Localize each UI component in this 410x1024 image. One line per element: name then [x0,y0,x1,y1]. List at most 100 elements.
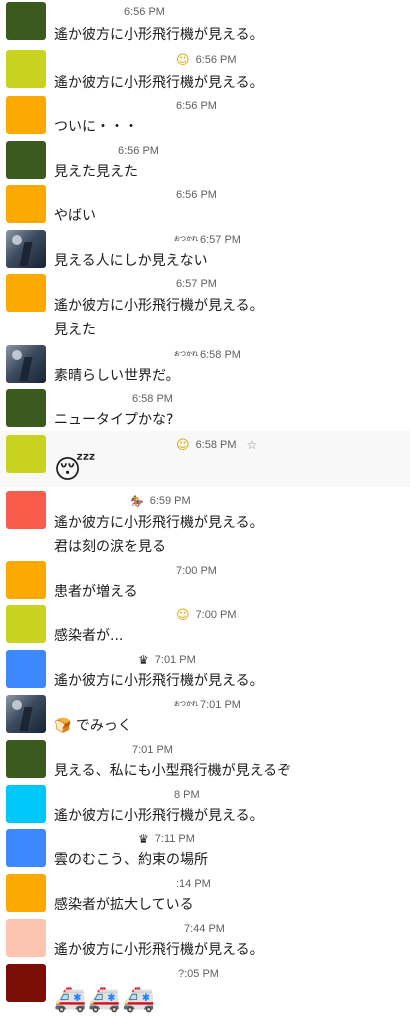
message-header: 6:56 PM [176,98,217,114]
message-row[interactable]: 6:57 PM 遙か彼方に小形飛行機が見える。 見えた [0,274,410,340]
avatar[interactable] [6,389,46,427]
timestamp[interactable]: 7:44 PM [184,923,225,935]
message-text: 😴 [54,455,96,485]
message-header: ♛ 7:11 PM [138,831,195,847]
smile-emoji-icon: ☺ [176,607,190,623]
message-header: 7:44 PM [184,921,225,937]
message-text: ニュータイプかな? [54,412,174,428]
avatar-photo[interactable] [6,345,46,383]
avatar[interactable] [6,185,46,223]
timestamp[interactable]: ?:05 PM [178,968,219,980]
message-header: ♛ 7:01 PM [138,652,196,668]
message-text: 素晴らしい世界だ。 [54,368,180,384]
message-header: おつかれ 6:57 PM [174,232,241,248]
timestamp[interactable]: :14 PM [176,878,211,890]
timestamp[interactable]: 6:58 PM [200,349,241,361]
message-continuation-text: 君は刻の涙を見る [54,539,166,555]
message-header: ?:05 PM [178,966,219,982]
message-feed: 6:56 PM 遙か彼方に小形飛行機が見える。 ☺ 6:56 PM 遙か彼方に小… [0,0,410,1024]
message-text: 遙か彼方に小形飛行機が見える。 [54,673,264,689]
avatar[interactable] [6,96,46,134]
timestamp[interactable]: 7:01 PM [200,699,241,711]
avatar[interactable] [6,141,46,179]
avatar[interactable] [6,874,46,912]
timestamp[interactable]: 6:57 PM [200,234,241,246]
avatar-photo[interactable] [6,695,46,733]
star-icon[interactable]: ☆ [247,438,258,452]
ambulance-emojis: 🚑🚑🚑 [54,984,158,1014]
avatar[interactable] [6,964,46,1002]
timestamp[interactable]: 7:11 PM [155,833,195,845]
message-header: 6:56 PM [176,187,217,203]
avatar-photo[interactable] [6,230,46,268]
message-row[interactable]: おつかれ 6:58 PM 素晴らしい世界だ。 [0,345,410,389]
avatar[interactable] [6,829,46,867]
timestamp[interactable]: 6:56 PM [118,145,159,157]
message-text: 遙か彼方に小形飛行機が見える。 [54,75,264,91]
message-header: おつかれ 6:58 PM [174,347,241,363]
message-row[interactable]: ☺ 6:58 PM ☆ 😴 [0,431,410,487]
timestamp[interactable]: 7:00 PM [196,609,237,621]
timestamp[interactable]: 8 PM [174,789,200,801]
message-text: 見えた見えた [54,164,138,180]
timestamp[interactable]: 6:58 PM [132,393,173,405]
message-row[interactable]: 7:44 PM 遙か彼方に小形飛行機が見える。 [0,919,410,963]
message-header: 7:01 PM [132,742,173,758]
message-text: 感染者が拡大している [54,897,194,913]
avatar[interactable] [6,650,46,688]
avatar[interactable] [6,919,46,957]
message-row[interactable]: 7:01 PM 見える、私にも小型飛行機が見えるぞ [0,740,410,784]
timestamp[interactable]: 7:01 PM [132,744,173,756]
message-row[interactable]: 6:56 PM 遙か彼方に小形飛行機が見える。 [0,2,410,46]
message-text: 🍞 でみっく [54,718,132,734]
message-continuation-text: 見えた [54,322,96,338]
timestamp[interactable]: 6:56 PM [176,189,217,201]
message-row[interactable]: ♛ 7:11 PM 雲のむこう、約束の場所 [0,829,410,873]
status-otsukare-icon: おつかれ [174,237,198,243]
avatar[interactable] [6,2,46,40]
message-header: :14 PM [176,876,211,892]
smile-emoji-icon: ☺ [176,52,190,68]
avatar[interactable] [6,435,46,473]
avatar[interactable] [6,50,46,88]
message-row[interactable]: おつかれ 6:57 PM 見える人にしか見えない [0,230,410,274]
message-row[interactable]: 6:58 PM ニュータイプかな? [0,389,410,431]
message-text: 雲のむこう、約束の場所 [54,852,208,868]
message-header: ☺ 7:00 PM [176,607,237,623]
message-row[interactable]: 7:00 PM 患者が増える [0,561,410,605]
message-row[interactable]: ?:05 PM 🚑🚑🚑 [0,964,410,1020]
timestamp[interactable]: 6:56 PM [176,100,217,112]
timestamp[interactable]: 6:56 PM [196,54,237,66]
status-otsukare-text: おつかれ [174,351,199,358]
message-header: 8 PM [174,787,200,803]
message-row[interactable]: 6:56 PM 見えた見えた [0,141,410,185]
message-row[interactable]: ☺ 7:00 PM 感染者が... [0,605,410,649]
message-row[interactable]: 8 PM 遙か彼方に小形飛行機が見える。 [0,785,410,829]
message-row[interactable]: ☺ 6:56 PM 遙か彼方に小形飛行機が見える。 [0,50,410,96]
message-row[interactable]: おつかれ 7:01 PM 🍞 でみっく [0,695,410,739]
timestamp[interactable]: 6:58 PM [196,439,237,451]
horse-racing-emoji-icon: 🏇 [130,494,144,508]
timestamp[interactable]: 6:59 PM [150,495,191,507]
message-row[interactable]: 🏇 6:59 PM 遙か彼方に小形飛行機が見える。 君は刻の涙を見る [0,491,410,557]
timestamp[interactable]: 7:01 PM [155,654,196,666]
message-text: 患者が増える [54,584,138,600]
timestamp[interactable]: 7:00 PM [176,565,217,577]
message-text: 遙か彼方に小形飛行機が見える。 [54,942,264,958]
avatar[interactable] [6,605,46,643]
avatar[interactable] [6,491,46,529]
message-row[interactable]: 6:56 PM ついに・・・ [0,96,410,140]
timestamp[interactable]: 6:57 PM [176,278,217,290]
message-row[interactable]: 6:56 PM やばい [0,185,410,229]
avatar[interactable] [6,740,46,778]
message-text: 見える、私にも小型飛行機が見えるぞ [54,763,292,779]
message-row[interactable]: ♛ 7:01 PM 遙か彼方に小形飛行機が見える。 [0,650,410,694]
message-row[interactable]: :14 PM 感染者が拡大している [0,874,410,918]
message-header: 🏇 6:59 PM [130,493,191,509]
avatar[interactable] [6,785,46,823]
timestamp[interactable]: 6:56 PM [124,6,165,18]
avatar[interactable] [6,274,46,312]
message-header: ☺ 6:58 PM ☆ [176,437,257,453]
status-otsukare-icon: おつかれ [174,702,198,708]
avatar[interactable] [6,561,46,599]
